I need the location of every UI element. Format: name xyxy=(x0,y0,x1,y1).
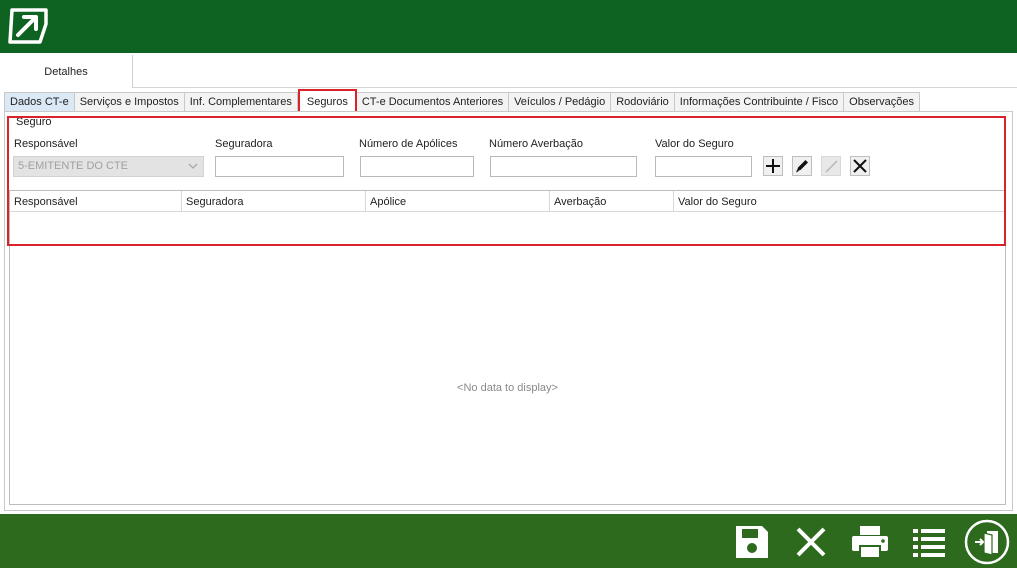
exit-icon xyxy=(964,519,1010,565)
col-averbacao[interactable]: Averbação xyxy=(549,191,673,212)
plus-icon xyxy=(766,159,780,173)
list-icon xyxy=(913,529,945,557)
tab-veiculos-pedagio[interactable]: Veículos / Pedágio xyxy=(509,92,612,112)
tab-label: CT-e Documentos Anteriores xyxy=(361,96,504,108)
seguros-grid: Responsável Seguradora Apólice Averbação… xyxy=(9,190,1006,505)
save-icon xyxy=(736,526,768,558)
print-icon xyxy=(852,526,888,559)
tab-label: Rodoviário xyxy=(616,96,669,108)
seguradora-label: Seguradora xyxy=(215,138,273,150)
tab-rodoviario[interactable]: Rodoviário xyxy=(611,92,675,112)
valor-seguro-label: Valor do Seguro xyxy=(655,138,734,150)
tab-informacoes-contribuinte-fisco[interactable]: Informações Contribuinte / Fisco xyxy=(674,92,845,112)
tab-detalhes-label: Detalhes xyxy=(44,65,88,78)
save-button[interactable] xyxy=(729,519,775,565)
top-bar xyxy=(0,0,1017,53)
tab-label: Serviços e Impostos xyxy=(79,96,179,108)
pencil-icon xyxy=(796,160,808,173)
exit-button[interactable] xyxy=(964,519,1010,565)
tab-cte-documentos-anteriores[interactable]: CT-e Documentos Anteriores xyxy=(356,92,510,112)
valor-seguro-input[interactable] xyxy=(655,156,752,177)
add-button[interactable] xyxy=(763,156,783,176)
apolices-input[interactable] xyxy=(360,156,474,177)
averbacao-input[interactable] xyxy=(490,156,637,177)
tab-label: Inf. Complementares xyxy=(189,96,292,108)
tab-dados-cte[interactable]: Dados CT-e xyxy=(4,92,75,112)
tab-inf-complementares[interactable]: Inf. Complementares xyxy=(184,92,298,112)
cancel-button[interactable] xyxy=(788,519,834,565)
tab-label: Veículos / Pedágio xyxy=(514,96,606,108)
grid-header: Responsável Seguradora Apólice Averbação… xyxy=(10,191,1005,212)
tab-strip: Dados CT-e Serviços e Impostos Inf. Comp… xyxy=(4,89,920,112)
tab-label: Observações xyxy=(849,96,914,108)
cancel-icon xyxy=(796,527,826,557)
list-button[interactable] xyxy=(906,519,952,565)
apolices-label: Número de Apólices xyxy=(359,138,458,150)
seguro-group-legend: Seguro xyxy=(15,116,53,128)
tab-label: Informações Contribuinte / Fisco xyxy=(679,96,839,108)
confirm-button[interactable] xyxy=(821,156,841,176)
close-icon xyxy=(853,159,867,173)
col-responsavel[interactable]: Responsável xyxy=(10,191,181,212)
responsavel-select[interactable]: 5-EMITENTE DO CTE xyxy=(13,156,204,177)
tab-detalhes[interactable]: Detalhes xyxy=(0,55,133,88)
averbacao-label: Número Averbação xyxy=(489,138,583,150)
tab-divider xyxy=(133,87,1017,88)
responsavel-label: Responsável xyxy=(14,138,78,150)
grid-empty-message: <No data to display> xyxy=(457,382,558,394)
seguradora-input[interactable] xyxy=(215,156,344,177)
edit-button[interactable] xyxy=(792,156,812,176)
col-valor-seguro[interactable]: Valor do Seguro xyxy=(673,191,1005,212)
chevron-down-icon xyxy=(188,163,198,169)
tab-label: Seguros xyxy=(306,95,348,108)
app-logo-icon xyxy=(8,8,48,44)
col-seguradora[interactable]: Seguradora xyxy=(181,191,365,212)
check-icon xyxy=(825,160,838,173)
tab-seguros[interactable]: Seguros xyxy=(297,89,357,112)
col-apolice[interactable]: Apólice xyxy=(365,191,549,212)
tab-label: Dados CT-e xyxy=(10,96,69,108)
responsavel-value: 5-EMITENTE DO CTE xyxy=(18,160,129,172)
tab-observacoes[interactable]: Observações xyxy=(844,92,920,112)
delete-button[interactable] xyxy=(850,156,870,176)
tab-servicos-impostos[interactable]: Serviços e Impostos xyxy=(74,92,185,112)
print-button[interactable] xyxy=(847,519,893,565)
